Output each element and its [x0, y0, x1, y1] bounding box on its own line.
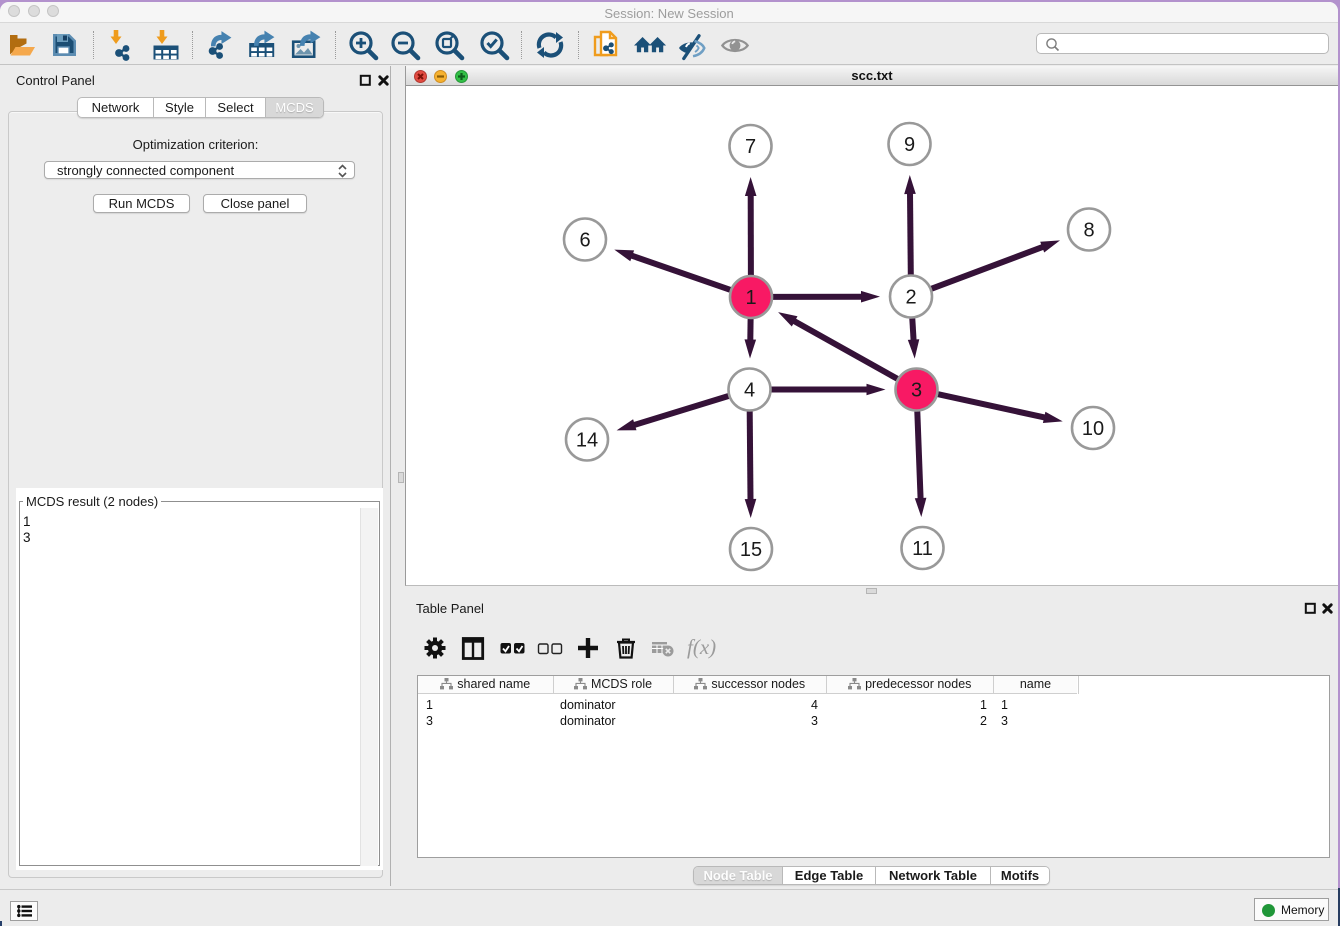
svg-text:15: 15 [740, 539, 762, 561]
svg-text:4: 4 [744, 380, 755, 402]
svg-text:3: 3 [911, 380, 922, 402]
svg-text:2: 2 [905, 287, 916, 309]
svg-text:7: 7 [745, 136, 756, 158]
svg-text:11: 11 [912, 538, 933, 560]
svg-text:10: 10 [1082, 418, 1104, 440]
svg-text:8: 8 [1083, 220, 1094, 242]
svg-text:9: 9 [904, 134, 915, 156]
svg-text:1: 1 [745, 287, 756, 309]
svg-text:14: 14 [576, 430, 598, 452]
svg-text:6: 6 [579, 230, 590, 252]
